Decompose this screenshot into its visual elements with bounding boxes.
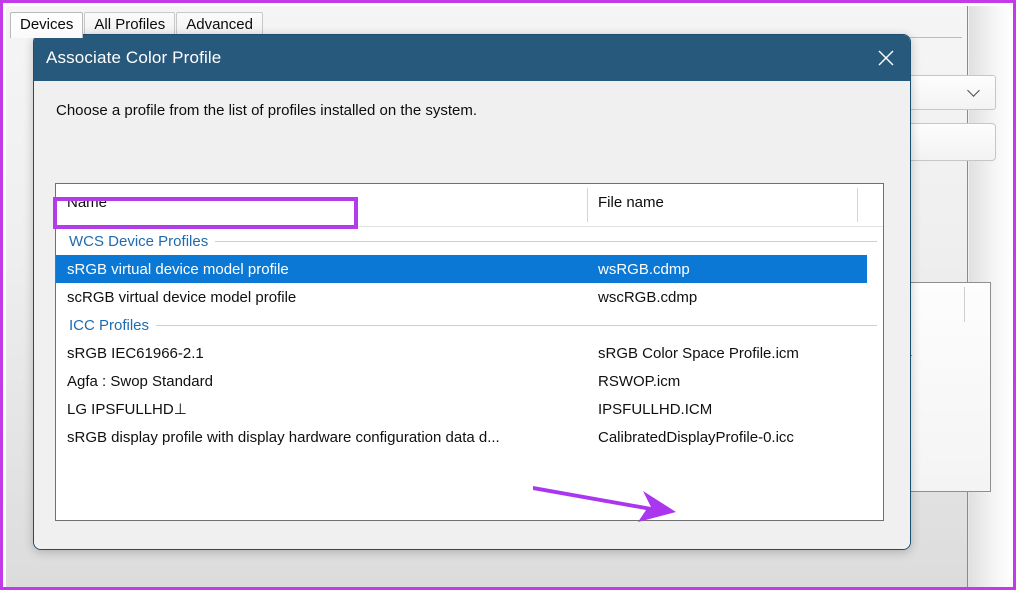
- row-file-name: wscRGB.cdmp: [598, 288, 698, 306]
- tab-advanced-label: Advanced: [186, 16, 253, 33]
- profile-list[interactable]: Name File name WCS Device Profiles sRGB …: [55, 183, 884, 521]
- list-header: Name File name: [56, 184, 883, 227]
- background-panel-divider: [964, 287, 965, 322]
- column-header-name[interactable]: Name: [67, 194, 107, 211]
- row-name: LG IPSFULLHD⊥: [67, 401, 187, 418]
- group-header-wcs: WCS Device Profiles: [56, 227, 883, 255]
- tab-all-profiles-label: All Profiles: [94, 16, 166, 33]
- table-row[interactable]: sRGB IEC61966-2.1 sRGB Color Space Profi…: [56, 339, 883, 367]
- table-row[interactable]: scRGB virtual device model profile wscRG…: [56, 283, 883, 311]
- row-name: scRGB virtual device model profile: [67, 288, 297, 306]
- row-file-name: sRGB Color Space Profile.icm: [598, 344, 799, 362]
- dialog-title: Associate Color Profile: [46, 48, 222, 67]
- group-header-icc: ICC Profiles: [56, 311, 883, 339]
- screenshot-root: Devices All Profiles Advanced itors Asso…: [0, 0, 1016, 590]
- row-name: sRGB display profile with display hardwa…: [67, 428, 500, 446]
- row-name: sRGB IEC61966-2.1: [67, 344, 204, 362]
- group-header-rule: [69, 325, 877, 326]
- dialog-titlebar: Associate Color Profile: [34, 35, 910, 81]
- row-file-name: wsRGB.cdmp: [598, 260, 690, 278]
- tab-devices[interactable]: Devices: [10, 12, 84, 38]
- dialog-body: Choose a profile from the list of profil…: [34, 81, 910, 549]
- row-name: sRGB virtual device model profile: [67, 260, 289, 278]
- row-file-name: RSWOP.icm: [598, 372, 681, 390]
- dialog-instruction: Choose a profile from the list of profil…: [56, 102, 478, 119]
- list-rows: WCS Device Profiles sRGB virtual device …: [56, 227, 883, 451]
- table-row[interactable]: sRGB display profile with display hardwa…: [56, 423, 883, 451]
- tab-devices-label: Devices: [20, 16, 74, 33]
- table-row[interactable]: sRGB virtual device model profile wsRGB.…: [56, 255, 867, 283]
- column-header-file-name[interactable]: File name: [598, 194, 664, 211]
- group-header-icc-label: ICC Profiles: [69, 316, 157, 334]
- row-name: Agfa : Swop Standard: [67, 372, 213, 390]
- group-header-wcs-label: WCS Device Profiles: [69, 232, 216, 250]
- associate-color-profile-dialog: Associate Color Profile Choose a profile…: [33, 34, 911, 550]
- chevron-down-icon: [968, 85, 982, 99]
- column-divider-2[interactable]: [857, 188, 858, 222]
- column-divider-1[interactable]: [587, 188, 588, 222]
- table-row[interactable]: Agfa : Swop Standard RSWOP.icm: [56, 367, 883, 395]
- close-icon[interactable]: [862, 35, 910, 81]
- row-file-name: IPSFULLHD.ICM: [598, 400, 713, 418]
- row-file-name: CalibratedDisplayProfile-0.icc: [598, 428, 794, 446]
- table-row[interactable]: LG IPSFULLHD⊥ IPSFULLHD.ICM: [56, 395, 883, 423]
